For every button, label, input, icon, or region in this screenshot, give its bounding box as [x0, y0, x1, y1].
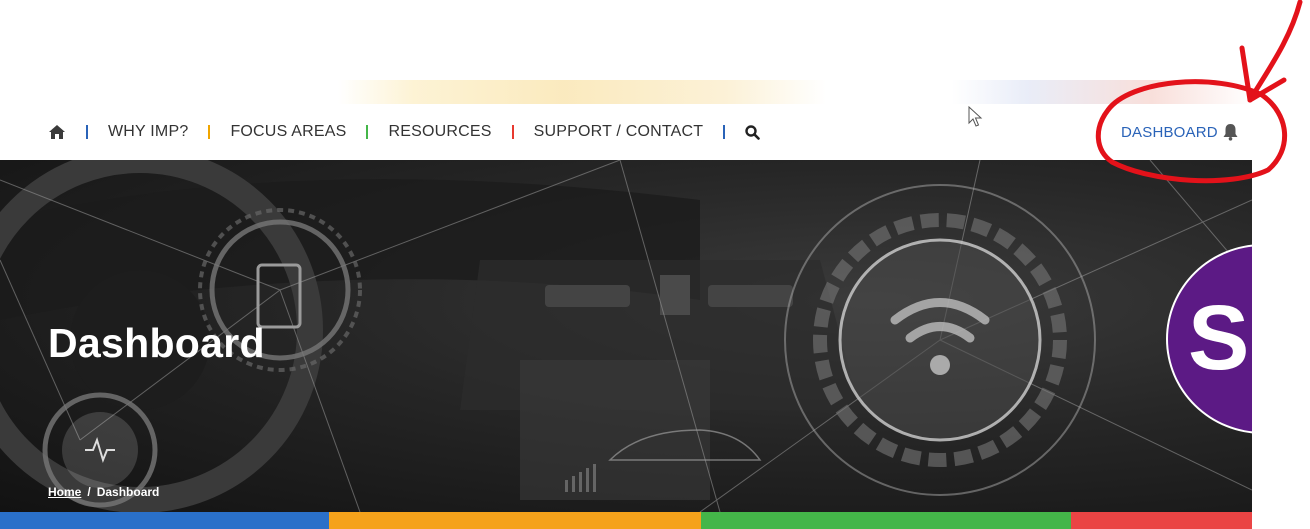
color-stripe-blue: [0, 512, 329, 529]
home-icon[interactable]: [48, 124, 66, 140]
search-icon[interactable]: [745, 124, 761, 140]
nav-item-why-imp[interactable]: WHY IMP?: [108, 123, 188, 141]
nav-separator: [366, 125, 369, 139]
dashboard-link[interactable]: DASHBOARD: [1121, 123, 1239, 141]
color-stripe-orange: [329, 512, 701, 529]
breadcrumb: Home / Dashboard: [48, 485, 159, 499]
nav-separator: [86, 125, 88, 139]
nav-left: WHY IMP? FOCUS AREAS RESOURCES SUPPORT /…: [48, 104, 761, 160]
nav-item-resources[interactable]: RESOURCES: [388, 123, 491, 141]
breadcrumb-separator: /: [87, 485, 91, 499]
nav-item-support-contact[interactable]: SUPPORT / CONTACT: [534, 123, 704, 141]
color-stripe-bar: [0, 512, 1252, 529]
breadcrumb-home-link[interactable]: Home: [48, 485, 81, 499]
nav-item-focus-areas[interactable]: FOCUS AREAS: [230, 123, 346, 141]
mouse-cursor-icon: [968, 105, 984, 128]
nav-separator: [511, 125, 514, 139]
nav-separator: [723, 125, 726, 139]
page-title: Dashboard: [48, 320, 265, 366]
dashboard-label: DASHBOARD: [1121, 123, 1218, 141]
breadcrumb-current: Dashboard: [96, 485, 160, 499]
color-stripe-green: [701, 512, 1071, 529]
bell-icon[interactable]: [1222, 123, 1239, 141]
hero-banner: Dashboard Home / Dashboard S: [0, 160, 1252, 512]
main-navbar: WHY IMP? FOCUS AREAS RESOURCES SUPPORT /…: [0, 104, 1252, 160]
s-logo-letter: S: [1188, 287, 1250, 389]
color-stripe-red: [1071, 512, 1252, 529]
nav-separator: [208, 125, 211, 139]
